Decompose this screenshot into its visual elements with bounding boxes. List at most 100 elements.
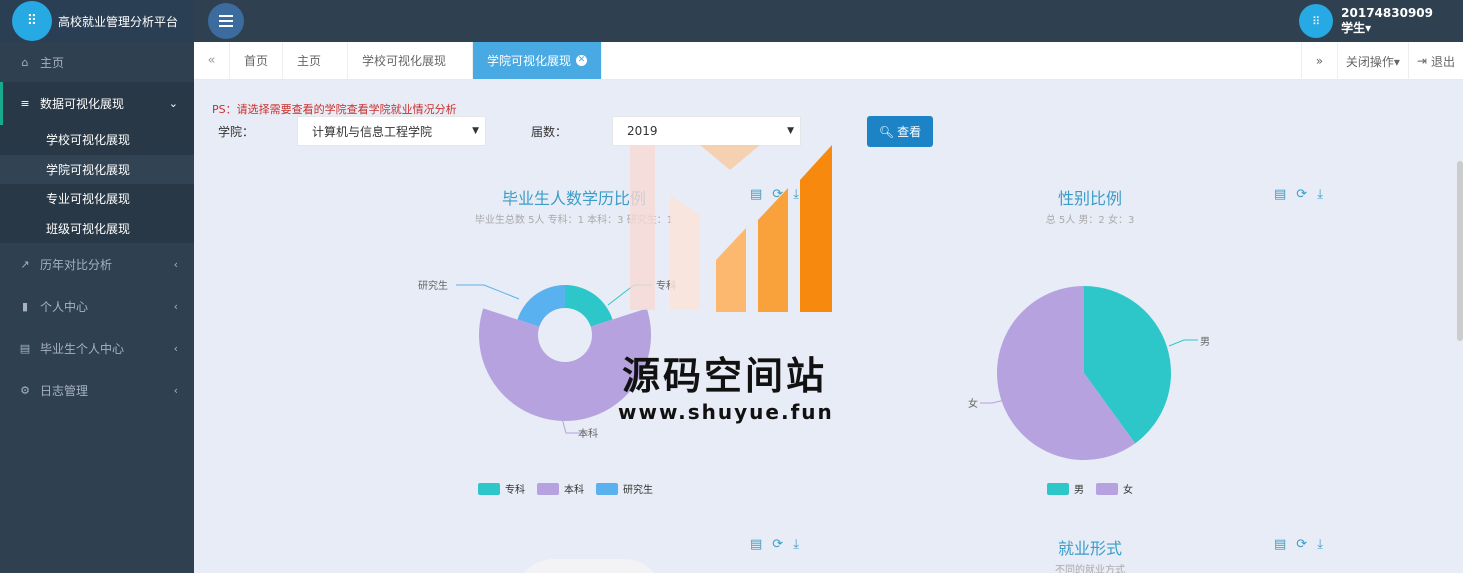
data-view-icon[interactable]: ▤ — [750, 187, 762, 202]
chevron-left-icon: ‹ — [173, 257, 178, 271]
sidebar-item-label: 历年对比分析 — [40, 257, 113, 272]
search-icon: 🔍︎ — [878, 124, 895, 139]
tab-bar: « 首页 主页 学校可视化展现 学院可视化展现 ✕ » 关闭操作▾ ⇥ 退出 — [194, 42, 1463, 80]
college-select[interactable]: 计算机与信息工程学院 ▼ — [297, 116, 486, 146]
legend-item[interactable]: 男 — [1047, 481, 1084, 496]
label-bachelor: 本科 — [578, 427, 598, 440]
refresh-icon[interactable]: ⟳ — [772, 537, 783, 552]
label-line-female — [980, 399, 1006, 404]
hamburger-icon — [219, 20, 233, 22]
data-view-icon[interactable]: ▤ — [750, 537, 762, 552]
brand: ⠿ 高校就业管理分析平台 — [0, 0, 194, 42]
tab-label: 学院可视化展现 — [487, 54, 572, 68]
refresh-icon[interactable]: ⟳ — [1296, 187, 1307, 202]
sidebar-item-graduate[interactable]: ▤ 毕业生个人中心 ‹ — [0, 327, 194, 369]
app-title: 高校就业管理分析平台 — [58, 14, 179, 29]
tab-school-vis[interactable]: 学校可视化展现 — [348, 42, 474, 79]
label-male: 男 — [1200, 336, 1210, 348]
gender-chart-title: 性别比例 — [1057, 189, 1122, 208]
close-tab-icon[interactable]: ✕ — [576, 55, 588, 66]
legend-item[interactable]: 研究生 — [596, 481, 653, 496]
logout-icon: ⇥ — [1416, 54, 1427, 68]
data-view-icon[interactable]: ▤ — [1274, 187, 1286, 202]
year-label: 届数： — [531, 125, 568, 139]
gender-pie-chart: 男 女 — [968, 286, 1210, 460]
legend-item[interactable]: 专科 — [478, 481, 525, 496]
gender-chart-toolbox: ▤ ⟳ ⤓ — [1274, 187, 1323, 202]
sub-item-school-vis[interactable]: 学校可视化展现 — [0, 125, 194, 155]
gears-icon: ⚙ — [20, 383, 30, 397]
chevron-left-icon: ‹ — [173, 341, 178, 355]
sidebar-item-log[interactable]: ⚙ 日志管理 ‹ — [0, 369, 194, 411]
degree-chart-title: 毕业生人数学历比例 — [501, 189, 646, 208]
label-female: 女 — [968, 397, 978, 410]
scrollbar[interactable] — [1457, 161, 1463, 341]
sidebar-item-label: 毕业生个人中心 — [40, 341, 125, 356]
tab-home[interactable]: 首页 — [230, 42, 284, 79]
avatar: ⠿ — [1299, 4, 1334, 38]
refresh-icon[interactable]: ⟳ — [1296, 537, 1307, 552]
view-button[interactable]: 🔍︎ 查看 — [867, 116, 933, 147]
sidebar-item-personal[interactable]: ▮ 个人中心 ‹ — [0, 285, 194, 327]
main-content: PS：请选择需要查看的学院查看学院就业情况分析 学院： 计算机与信息工程学院 ▼… — [194, 81, 1463, 573]
logo-icon: ⠿ — [12, 1, 52, 41]
chart3-partial — [514, 559, 664, 573]
sub-item-class-vis[interactable]: 班级可视化展现 — [0, 214, 194, 244]
logout-button[interactable]: ⇥ 退出 — [1407, 42, 1463, 80]
address-card-icon: ▤ — [19, 341, 31, 355]
database-icon: ≡ — [20, 97, 30, 110]
download-icon[interactable]: ⤓ — [793, 537, 799, 552]
data-view-icon[interactable]: ▤ — [1274, 537, 1286, 552]
submenu: 学校可视化展现 学院可视化展现 专业可视化展现 班级可视化展现 — [0, 125, 194, 243]
download-icon[interactable]: ⤓ — [793, 187, 799, 202]
gender-legend: 男 女 — [1047, 481, 1133, 496]
sidebar-item-label: 个人中心 — [40, 299, 89, 314]
caret-down-icon: ▼ — [472, 126, 479, 136]
legend-item[interactable]: 本科 — [537, 481, 584, 496]
sidebar-item-history[interactable]: ↗ 历年对比分析 ‹ — [0, 243, 194, 285]
logout-label: 退出 — [1430, 54, 1455, 69]
label-line-associate — [607, 284, 652, 306]
legend-item[interactable]: 女 — [1096, 481, 1133, 496]
user-role[interactable]: 学生▾ — [1341, 21, 1433, 36]
id-card-icon: ▮ — [21, 299, 29, 313]
year-select-value: 2019 — [627, 124, 658, 138]
sidebar-item-home[interactable]: ⌂ 主页 — [0, 42, 194, 82]
chart3-toolbox: ▤ ⟳ ⤓ — [750, 537, 799, 552]
download-icon[interactable]: ⤓ — [1317, 187, 1323, 202]
sidebar-item-label: 日志管理 — [40, 383, 89, 398]
degree-legend: 专科 本科 研究生 — [478, 481, 653, 496]
chevron-down-icon: ⌄ — [168, 97, 178, 110]
user-id: 20174830909 — [1341, 6, 1433, 20]
sidebar-item-data-vis[interactable]: ≡ 数据可视化展现 ⌄ — [0, 82, 194, 125]
label-associate: 专科 — [656, 279, 676, 292]
user-menu[interactable]: ⠿ 20174830909 学生▾ — [1299, 4, 1433, 38]
label-line-graduate — [456, 284, 520, 300]
employment-chart-subtitle: 不同的就业方式 — [1055, 565, 1125, 573]
tab-scroll-left-button[interactable]: « — [194, 42, 230, 79]
tab-college-vis[interactable]: 学院可视化展现 ✕ — [473, 42, 603, 79]
sub-item-college-vis[interactable]: 学院可视化展现 — [0, 154, 194, 184]
year-select[interactable]: 2019 ▼ — [612, 116, 801, 146]
view-button-label: 查看 — [897, 125, 922, 139]
caret-down-icon: ▼ — [787, 126, 794, 136]
sidebar-item-label: 主页 — [40, 55, 65, 70]
sub-item-major-vis[interactable]: 专业可视化展现 — [0, 184, 194, 214]
donut-hole — [538, 308, 592, 362]
hint-text: PS：请选择需要查看的学院查看学院就业情况分析 — [212, 103, 457, 116]
employment-chart-toolbox: ▤ ⟳ ⤓ — [1274, 537, 1323, 552]
chevron-left-icon: ‹ — [173, 383, 178, 397]
close-ops-dropdown[interactable]: 关闭操作▾ — [1336, 42, 1408, 80]
line-chart-icon: ↗ — [20, 257, 30, 271]
home-icon: ⌂ — [21, 55, 29, 69]
college-select-value: 计算机与信息工程学院 — [312, 124, 433, 139]
tab-scroll-right-button[interactable]: » — [1300, 42, 1337, 80]
watermark-url: www.shuyue.fun — [618, 400, 834, 424]
tab-main[interactable]: 主页 — [283, 42, 349, 79]
sidebar-item-label: 数据可视化展现 — [40, 97, 125, 111]
menu-toggle-button[interactable] — [208, 3, 244, 39]
label-line-male — [1168, 339, 1198, 347]
degree-chart-toolbox: ▤ ⟳ ⤓ — [750, 187, 799, 202]
refresh-icon[interactable]: ⟳ — [772, 187, 783, 202]
download-icon[interactable]: ⤓ — [1317, 537, 1323, 552]
